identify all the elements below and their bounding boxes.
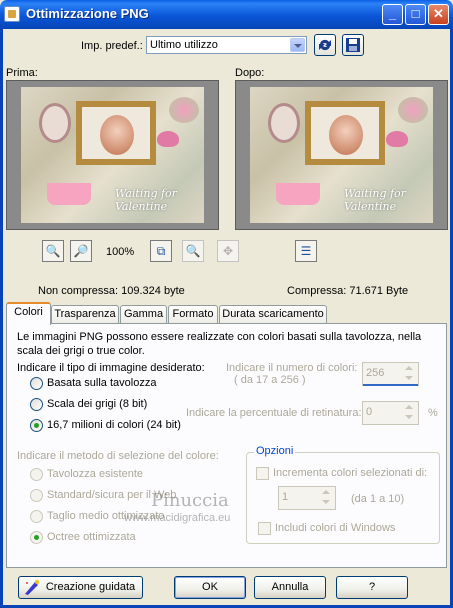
flower-pot xyxy=(276,183,320,205)
preset-dropdown[interactable]: Ultimo utilizzo xyxy=(146,36,307,54)
reset-preset-button[interactable] xyxy=(314,34,336,56)
preset-value: Ultimo utilizzo xyxy=(150,39,218,51)
portrait xyxy=(329,115,363,155)
magnifier-icon: 🔍 xyxy=(185,244,201,258)
dither-label: Indicare la percentuale di retinatura: xyxy=(186,407,362,419)
fit-window-button[interactable]: ⧉ xyxy=(150,240,172,262)
num-colors-range: ( da 17 a 256 ) xyxy=(234,374,306,386)
pan-button[interactable]: ✥ xyxy=(217,240,239,262)
before-preview[interactable]: Waiting for Valentine xyxy=(6,80,219,230)
portrait-frame xyxy=(305,101,385,165)
zoom-out-icon: 🔍 xyxy=(45,244,61,258)
radio-existing-palette[interactable] xyxy=(30,468,43,481)
num-colors-label: Indicare il numero di colori: xyxy=(226,362,358,374)
increase-stepper[interactable]: 1 xyxy=(278,486,336,510)
tab-gamma[interactable]: Gamma xyxy=(120,305,167,324)
increase-range: (da 1 a 10) xyxy=(351,493,405,505)
after-image: Waiting for Valentine xyxy=(250,87,433,223)
butterfly-ornament xyxy=(386,131,408,147)
radio-grayscale[interactable] xyxy=(30,398,43,411)
increase-colors-label[interactable]: Incrementa colori selezionati di: xyxy=(273,467,427,479)
save-preset-button[interactable] xyxy=(342,34,364,56)
wizard-button[interactable]: Creazione guidata xyxy=(18,576,143,599)
radio-median-cut[interactable] xyxy=(30,510,43,523)
spin-arrows-icon[interactable] xyxy=(402,403,417,423)
windows-colors-checkbox[interactable] xyxy=(258,522,271,535)
after-label: Dopo: xyxy=(235,67,265,79)
title-bar[interactable]: Ottimizzazione PNG _ □ ✕ xyxy=(0,0,453,29)
method-prompt: Indicare il metodo di selezione del colo… xyxy=(17,450,219,462)
chevron-down-icon[interactable] xyxy=(290,38,305,52)
spin-arrows-icon[interactable] xyxy=(402,364,417,384)
zoom-in-button[interactable]: 🔎 xyxy=(70,240,92,262)
help-button[interactable]: ? xyxy=(336,576,408,599)
butterfly-ornament xyxy=(157,131,179,147)
cancel-button[interactable]: Annulla xyxy=(254,576,326,599)
dither-stepper[interactable]: 0 xyxy=(362,401,419,425)
colors-description: Le immagini PNG possono essere realizzat… xyxy=(17,331,422,357)
tab-trasparenza[interactable]: Trasparenza xyxy=(51,305,119,324)
reset-arrows-icon xyxy=(319,39,331,51)
close-button[interactable]: ✕ xyxy=(428,4,449,25)
radio-existing-palette-label[interactable]: Tavolozza esistente xyxy=(47,468,143,480)
clock-ornament xyxy=(39,103,71,143)
radio-truecolor-label[interactable]: 16,7 milioni di colori (24 bit) xyxy=(47,419,181,431)
flower-ornament xyxy=(398,97,428,123)
watermark-site: www.macidigrafica.eu xyxy=(124,512,231,524)
spin-arrows-icon[interactable] xyxy=(319,488,334,508)
radio-truecolor[interactable] xyxy=(30,419,43,432)
flower-pot xyxy=(47,183,91,205)
radio-grayscale-label[interactable]: Scala dei grigi (8 bit) xyxy=(47,398,147,410)
before-label: Prima: xyxy=(6,67,38,79)
zoom-out-button[interactable]: 🔍 xyxy=(42,240,64,262)
before-image: Waiting for Valentine xyxy=(21,87,204,223)
type-prompt: Indicare il tipo di immagine desiderato: xyxy=(17,362,205,374)
tab-durata-scaricamento[interactable]: Durata scaricamento xyxy=(219,305,327,324)
maximize-button[interactable]: □ xyxy=(405,4,426,25)
increase-colors-checkbox[interactable] xyxy=(256,467,269,480)
wizard-label: Creazione guidata xyxy=(45,581,136,593)
radio-palette-label[interactable]: Basata sulla tavolozza xyxy=(47,377,156,389)
zoom-level: 100% xyxy=(106,246,135,258)
radio-palette[interactable] xyxy=(30,377,43,390)
tab-formato[interactable]: Formato xyxy=(168,305,218,324)
zoom-original-button[interactable]: 🔍 xyxy=(182,240,204,262)
preset-label: Imp. predef.: xyxy=(81,40,143,52)
radio-web-safe[interactable] xyxy=(30,489,43,502)
image-script-text: Waiting for Valentine xyxy=(344,187,406,213)
radio-octree[interactable] xyxy=(30,531,43,544)
list-icon: ☰ xyxy=(300,244,312,258)
num-colors-underline xyxy=(363,384,418,386)
dither-unit: % xyxy=(428,407,438,419)
fit-window-icon: ⧉ xyxy=(156,244,166,258)
minimize-button[interactable]: _ xyxy=(382,4,403,25)
compressed-size: Compressa: 71.671 Byte xyxy=(287,285,409,297)
ok-button[interactable]: OK xyxy=(174,576,246,599)
move-arrows-icon: ✥ xyxy=(222,244,234,258)
flower-ornament xyxy=(169,97,199,123)
windows-colors-label[interactable]: Includi colori di Windows xyxy=(275,522,395,534)
clock-ornament xyxy=(268,103,300,143)
app-icon xyxy=(4,6,20,22)
portrait xyxy=(100,115,134,155)
options-group-title: Opzioni xyxy=(254,445,296,457)
portrait-frame xyxy=(76,101,156,165)
increase-value: 1 xyxy=(282,491,289,503)
num-colors-stepper[interactable]: 256 xyxy=(362,362,419,386)
uncompressed-size: Non compressa: 109.324 byte xyxy=(38,285,185,297)
num-colors-value: 256 xyxy=(366,367,385,379)
watermark-name: Pinuccia xyxy=(151,490,229,511)
dither-value: 0 xyxy=(366,406,373,418)
wizard-icon xyxy=(25,580,39,595)
zoom-in-icon: 🔎 xyxy=(73,244,89,258)
tab-colori[interactable]: Colori xyxy=(6,302,51,325)
image-script-text: Waiting for Valentine xyxy=(115,187,177,213)
after-preview[interactable]: Waiting for Valentine xyxy=(235,80,448,230)
window-title: Ottimizzazione PNG xyxy=(26,6,149,21)
floppy-disk-icon xyxy=(346,38,360,52)
radio-octree-label[interactable]: Octree ottimizzata xyxy=(47,531,136,543)
proof-button[interactable]: ☰ xyxy=(295,240,317,262)
